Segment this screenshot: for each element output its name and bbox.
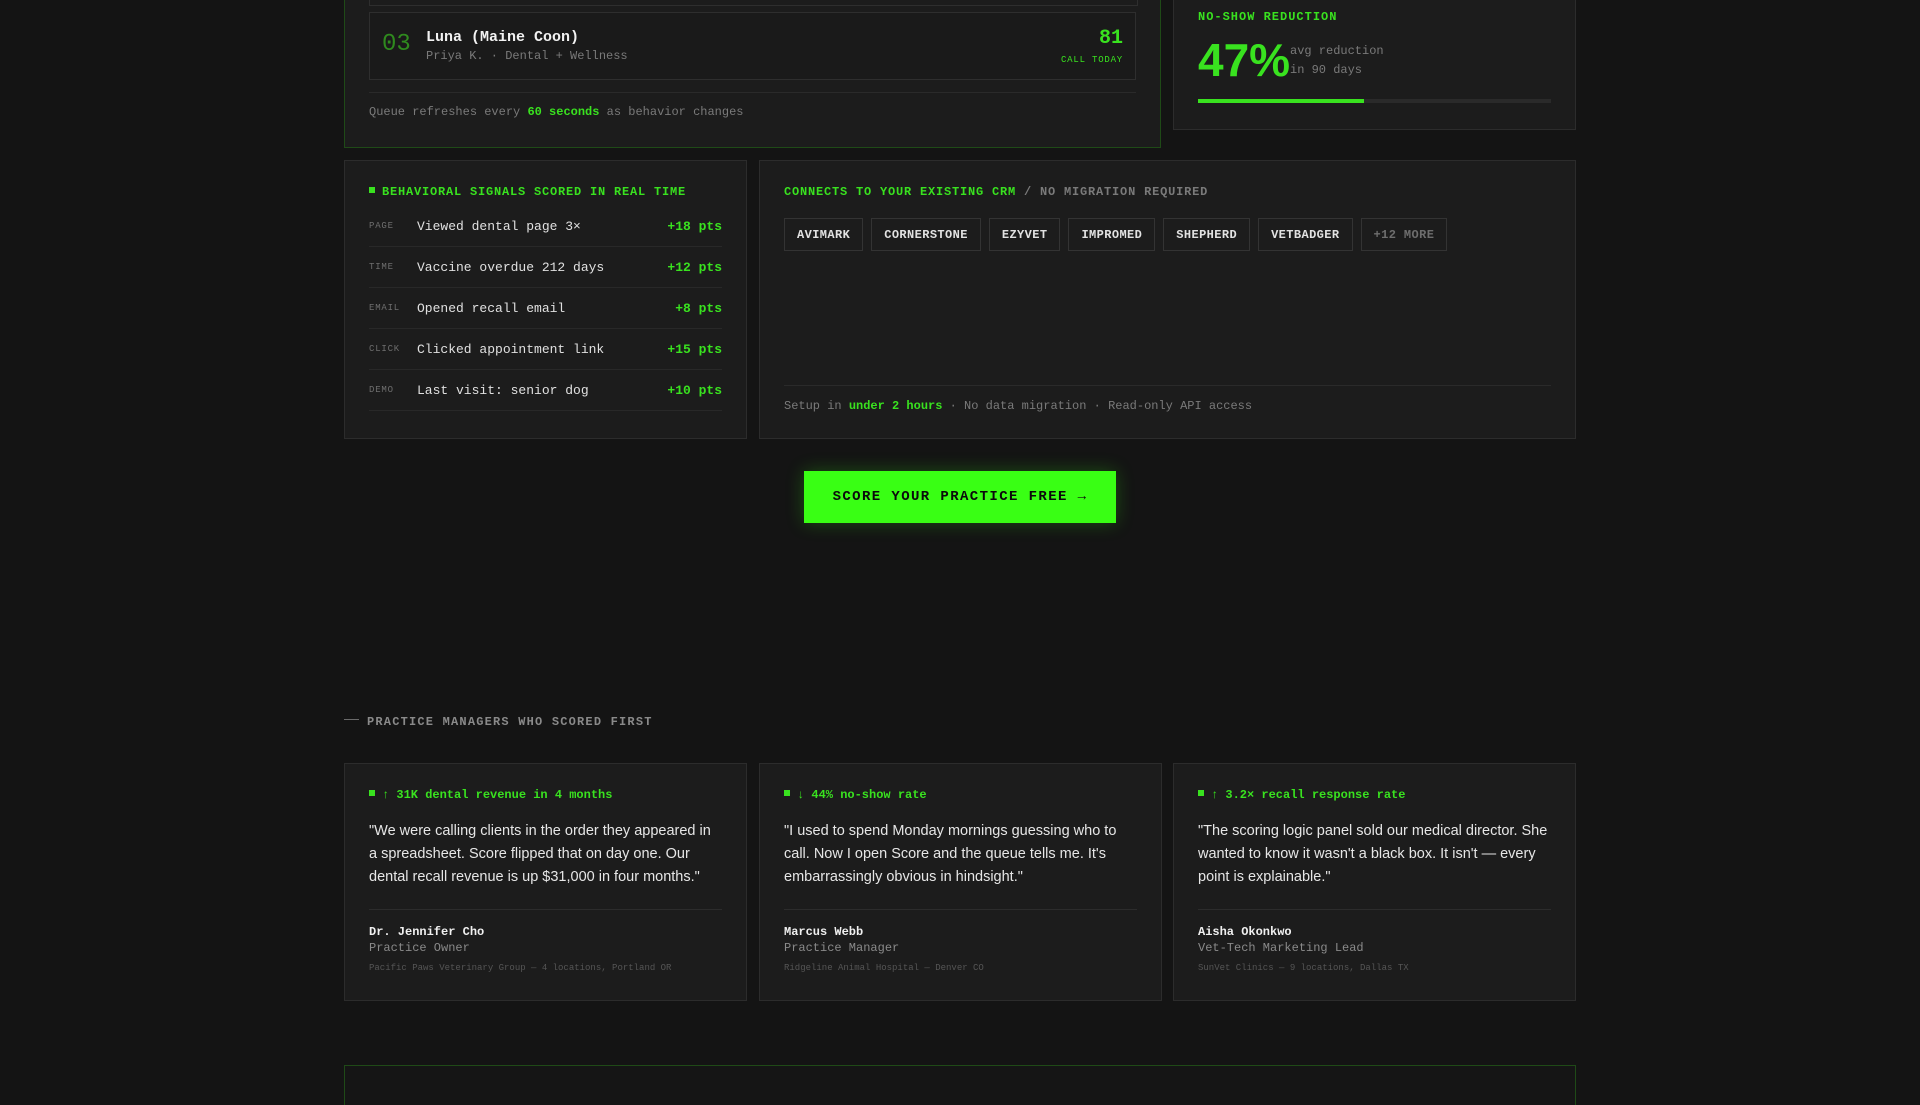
setup-note-prefix: Setup in [784, 399, 849, 413]
priority-queue-panel: 03 Luna (Maine Coon) Priya K. · Dental +… [344, 0, 1161, 148]
divider [784, 909, 1137, 910]
signal-type: EMAIL [369, 303, 401, 313]
refresh-interval: 60 seconds [527, 105, 600, 119]
caption-line-1: avg reduction [1290, 44, 1384, 58]
crm-chip-impromed[interactable]: IMPROMED [1068, 218, 1156, 251]
patient-name: Luna (Maine Coon) [426, 29, 580, 46]
signal-description: Opened recall email [417, 301, 566, 316]
testimonial-card: ↑ 31K dental revenue in 4 months "We wer… [344, 763, 747, 1001]
square-bullet-icon [1198, 789, 1204, 796]
recommended-action: CALL TODAY [1060, 55, 1123, 65]
signal-row: TIME Vaccine overdue 212 days +12 pts [369, 247, 722, 288]
crm-chip-vetbadger[interactable]: VETBADGER [1258, 218, 1353, 251]
signal-row: PAGE Viewed dental page 3× +18 pts [369, 206, 722, 247]
no-show-reduction-panel: NO-SHOW REDUCTION 47% avg reduction in 9… [1173, 0, 1576, 130]
signal-type: CLICK [369, 344, 401, 354]
behavioral-signals-panel: BEHAVIORAL SIGNALS SCORED IN REAL TIME P… [344, 160, 747, 439]
testimonial-card: ↓ 44% no-show rate "I used to spend Mond… [759, 763, 1162, 1001]
crm-chip-list: AVIMARK CORNERSTONE EZYVET IMPROMED SHEP… [784, 218, 1448, 251]
testimonial-quote: "We were calling clients in the order th… [369, 823, 711, 885]
testimonial-author: Marcus Webb [784, 925, 864, 939]
signal-description: Clicked appointment link [417, 342, 605, 357]
next-section-panel [344, 1065, 1576, 1105]
testimonial-quote: "I used to spend Monday mornings guessin… [784, 823, 1117, 885]
signal-type: TIME [369, 262, 394, 272]
testimonial-author: Dr. Jennifer Cho [369, 925, 485, 939]
crm-integrations-panel: CONNECTS TO YOUR EXISTING CRM / NO MIGRA… [759, 160, 1576, 439]
refresh-note-suffix: as behavior changes [599, 105, 744, 119]
signal-points: +8 pts [675, 301, 722, 316]
square-bullet-icon [369, 186, 375, 193]
signal-points: +10 pts [667, 383, 722, 398]
testimonial-quote: "The scoring logic panel sold our medica… [1198, 823, 1548, 885]
crm-title-main: CONNECTS TO YOUR EXISTING CRM [784, 185, 1017, 199]
signals-list: PAGE Viewed dental page 3× +18 pts TIME … [369, 206, 722, 411]
testimonial-card: ↑ 3.2× recall response rate "The scoring… [1173, 763, 1576, 1001]
signal-row: CLICK Clicked appointment link +15 pts [369, 329, 722, 370]
section-label-text: PRACTICE MANAGERS WHO SCORED FIRST [367, 715, 653, 729]
crm-chip-shepherd[interactable]: SHEPHERD [1163, 218, 1251, 251]
crm-chip-more[interactable]: +12 MORE [1360, 218, 1448, 251]
queue-refresh-note: Queue refreshes every 60 seconds as beha… [369, 105, 743, 119]
no-show-caption: avg reduction in 90 days [1290, 42, 1430, 80]
signal-description: Vaccine overdue 212 days [417, 260, 605, 275]
testimonials-section-label: PRACTICE MANAGERS WHO SCORED FIRST [344, 715, 653, 729]
metric-text: ↓ 44% no-show rate [797, 788, 927, 802]
divider [369, 909, 722, 910]
testimonial-organization: Ridgeline Animal Hospital — Denver CO [784, 963, 984, 973]
progress-fill [1198, 99, 1364, 103]
queue-item[interactable]: 03 Luna (Maine Coon) Priya K. · Dental +… [369, 12, 1136, 80]
signal-row: DEMO Last visit: senior dog +10 pts [369, 370, 722, 411]
crm-chip-ezyvet[interactable]: EZYVET [988, 218, 1061, 251]
signal-points: +15 pts [667, 342, 722, 357]
signal-points: +18 pts [667, 219, 722, 234]
square-bullet-icon [784, 789, 790, 796]
signal-points: +12 pts [667, 260, 722, 275]
crm-title-sub: / NO MIGRATION REQUIRED [1016, 185, 1209, 199]
setup-note-suffix: · No data migration · Read-only API acce… [942, 399, 1253, 413]
crm-setup-note: Setup in under 2 hours · No data migrati… [784, 399, 1252, 413]
metric-text: ↑ 3.2× recall response rate [1211, 788, 1406, 802]
no-show-progress-bar [1198, 99, 1551, 103]
signal-type: DEMO [369, 385, 394, 395]
previous-queue-item [369, 0, 1138, 6]
metric-text: ↑ 31K dental revenue in 4 months [382, 788, 613, 802]
testimonial-organization: SunVet Clinics — 9 locations, Dallas TX [1198, 963, 1409, 973]
signal-row: EMAIL Opened recall email +8 pts [369, 288, 722, 329]
signal-description: Viewed dental page 3× [417, 219, 581, 234]
dash-icon [344, 719, 359, 721]
crm-chip-avimark[interactable]: AVIMARK [784, 218, 864, 251]
no-show-value: 47% [1198, 34, 1291, 86]
refresh-note-prefix: Queue refreshes every [369, 105, 528, 119]
divider [369, 92, 1136, 93]
testimonial-author: Aisha Okonkwo [1198, 925, 1292, 939]
caption-line-2: in 90 days [1290, 63, 1363, 77]
testimonial-metric: ↓ 44% no-show rate [784, 788, 927, 802]
signals-title-text: BEHAVIORAL SIGNALS SCORED IN REAL TIME [382, 185, 687, 199]
signal-type: PAGE [369, 221, 394, 231]
signals-title: BEHAVIORAL SIGNALS SCORED IN REAL TIME [369, 185, 686, 199]
divider [1198, 909, 1551, 910]
crm-chip-cornerstone[interactable]: CORNERSTONE [871, 218, 981, 251]
setup-time: under 2 hours [848, 399, 943, 413]
queue-rank: 03 [382, 31, 411, 58]
divider [784, 385, 1551, 386]
testimonial-role: Practice Manager [784, 941, 900, 955]
score-practice-button[interactable]: SCORE YOUR PRACTICE FREE → [804, 471, 1116, 523]
crm-title: CONNECTS TO YOUR EXISTING CRM / NO MIGRA… [784, 185, 1208, 199]
owner-and-service: Priya K. · Dental + Wellness [426, 49, 628, 63]
testimonial-role: Practice Owner [369, 941, 470, 955]
lead-score: 81 [1098, 27, 1123, 50]
testimonial-organization: Pacific Paws Veterinary Group — 4 locati… [369, 963, 672, 973]
no-show-title: NO-SHOW REDUCTION [1198, 10, 1338, 24]
square-bullet-icon [369, 789, 375, 796]
testimonial-role: Vet-Tech Marketing Lead [1198, 941, 1364, 955]
signal-description: Last visit: senior dog [417, 383, 589, 398]
testimonial-metric: ↑ 3.2× recall response rate [1198, 788, 1405, 802]
testimonial-metric: ↑ 31K dental revenue in 4 months [369, 788, 612, 802]
